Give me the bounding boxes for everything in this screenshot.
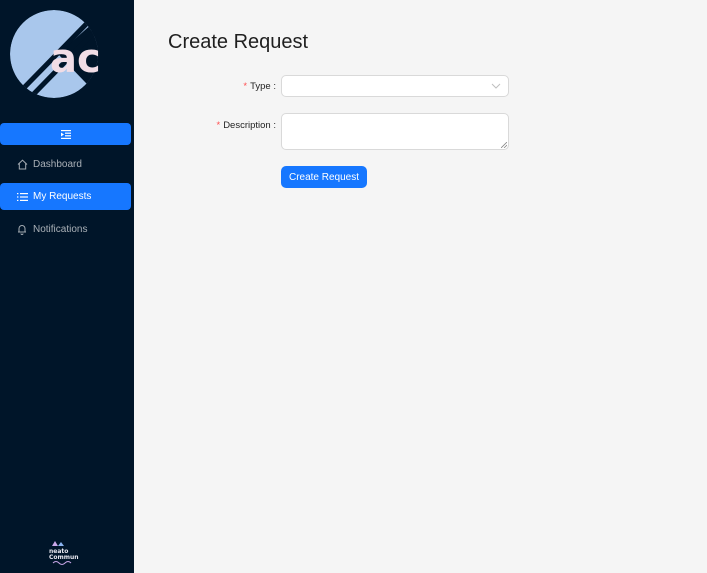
sidebar-item-label: Notifications	[33, 224, 88, 235]
bell-icon	[16, 224, 28, 236]
home-icon	[16, 159, 28, 171]
description-label: * Description :	[216, 120, 276, 131]
type-select[interactable]	[281, 75, 509, 97]
menu-fold-icon	[60, 129, 71, 139]
create-request-button[interactable]: Create Request	[281, 166, 367, 188]
main-content: Create Request * Type : * Description : Cr…	[134, 0, 707, 573]
sidebar-item-dashboard[interactable]: Dashboard	[0, 151, 131, 178]
list-icon	[16, 191, 28, 203]
required-mark: *	[216, 120, 221, 131]
type-label: * Type :	[243, 81, 276, 92]
required-mark: *	[243, 81, 248, 92]
resize-handle-icon[interactable]	[501, 142, 507, 148]
sidebar-item-notifications[interactable]: Notifications	[0, 216, 131, 243]
menu-collapse-button[interactable]	[0, 123, 131, 145]
type-label-text: Type	[250, 81, 271, 92]
sidebar-item-my-requests[interactable]: My Requests	[0, 183, 131, 210]
page-title: Create Request	[168, 31, 309, 53]
app-logo[interactable]: ac	[8, 6, 112, 110]
footer-logo: neato Commun	[49, 541, 79, 565]
description-label-text: Description	[223, 120, 271, 131]
chevron-down-icon	[491, 83, 501, 89]
logo-text: ac	[50, 36, 101, 82]
sidebar: ac Dashboard My Requests Notifications n…	[0, 0, 134, 573]
description-textarea[interactable]	[281, 113, 509, 150]
sidebar-item-label: Dashboard	[33, 159, 82, 170]
sidebar-item-label: My Requests	[33, 191, 92, 202]
footer-logo-text-2: Commun	[49, 554, 79, 561]
